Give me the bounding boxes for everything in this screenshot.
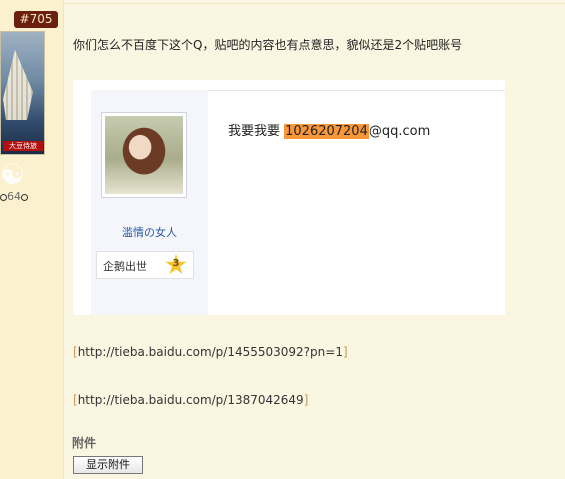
highlighted-number: 1026207204 bbox=[284, 124, 369, 139]
tieba-link[interactable]: http://tieba.baidu.com/p/1455503092?pn=1 bbox=[78, 345, 343, 359]
level-number: 3 bbox=[172, 258, 180, 269]
level-title: 企鹅出世 bbox=[103, 260, 147, 273]
quote-content: 我要我要 1026207204@qq.com bbox=[228, 120, 430, 139]
quote-user-panel: 滥情の女人 企鹅出世 3 bbox=[91, 90, 208, 315]
post-content: 你们怎么不百度下这个Q，贴吧的内容也有点意思，貌似还是2个贴吧账号 bbox=[73, 38, 463, 52]
link-line: [http://tieba.baidu.com/p/1387042649] bbox=[73, 393, 308, 407]
watermark-icon: ☯ bbox=[0, 158, 26, 191]
bracket-close: ] bbox=[342, 345, 348, 359]
quote-user-avatar[interactable] bbox=[101, 112, 187, 198]
link-line: [http://tieba.baidu.com/p/1455503092?pn=… bbox=[73, 345, 348, 359]
avatar-tag: 大豆侍旅 bbox=[3, 141, 43, 151]
quote-divider bbox=[208, 90, 505, 91]
tieba-link[interactable]: http://tieba.baidu.com/p/1387042649 bbox=[78, 393, 304, 407]
author-stat-value: 64 bbox=[7, 190, 21, 203]
quote-user-name[interactable]: 滥情の女人 bbox=[91, 224, 208, 240]
stat-dot-icon bbox=[21, 193, 28, 201]
ship-image bbox=[3, 50, 33, 120]
user-level-badge: 企鹅出世 3 bbox=[96, 251, 194, 279]
post-divider bbox=[64, 0, 565, 4]
avatar-image bbox=[105, 116, 183, 194]
show-attachment-button[interactable]: 显示附件 bbox=[73, 456, 143, 474]
attachment-heading: 附件 bbox=[72, 436, 97, 450]
author-stat: 64 bbox=[0, 190, 28, 203]
quoted-post-card: 滥情の女人 企鹅出世 3 我要我要 1026207204@qq.com bbox=[73, 80, 505, 315]
floor-badge: #705 bbox=[14, 11, 58, 28]
author-column: #705 大豆侍旅 ☯ 64 bbox=[0, 0, 64, 479]
bracket-close: ] bbox=[303, 393, 309, 407]
quote-suffix: @qq.com bbox=[368, 124, 431, 139]
author-avatar[interactable]: 大豆侍旅 bbox=[0, 31, 45, 155]
quote-prefix: 我要我要 bbox=[228, 124, 285, 139]
stat-dot-icon bbox=[0, 193, 7, 201]
